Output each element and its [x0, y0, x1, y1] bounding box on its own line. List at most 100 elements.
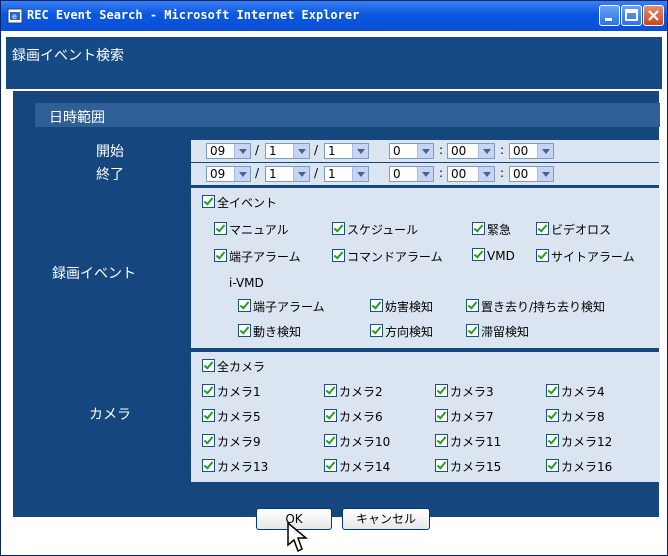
- camera-13-checkbox[interactable]: カメラ13: [202, 458, 268, 476]
- obstruction-checkbox[interactable]: 妨害検知: [370, 298, 433, 316]
- chevron-down-icon: [478, 144, 494, 158]
- checkbox-checked-icon: [202, 459, 215, 472]
- camera-6-checkbox[interactable]: カメラ6: [324, 408, 383, 426]
- vmd-checkbox[interactable]: VMD: [472, 248, 515, 266]
- chevron-down-icon: [352, 167, 368, 181]
- camera-7-checkbox[interactable]: カメラ7: [435, 408, 494, 426]
- checkbox-checked-icon: [435, 459, 448, 472]
- start-second-select[interactable]: 00: [509, 143, 554, 159]
- start-month-select[interactable]: 1: [265, 143, 310, 159]
- chevron-down-icon: [537, 167, 553, 181]
- checkbox-checked-icon: [435, 409, 448, 422]
- end-row: 09 / 1 / 1 0 : 00 : 00: [191, 163, 660, 185]
- camera-2-checkbox[interactable]: カメラ2: [324, 383, 383, 401]
- checkbox-checked-icon: [324, 459, 337, 472]
- checkbox-checked-icon: [324, 384, 337, 397]
- checkbox-checked-icon: [214, 249, 227, 262]
- start-year-select[interactable]: 09: [206, 143, 251, 159]
- minimize-button[interactable]: [599, 5, 620, 26]
- page-title: 録画イベント検索: [12, 48, 124, 64]
- end-year-select[interactable]: 09: [206, 166, 251, 182]
- chevron-down-icon: [293, 144, 309, 158]
- start-hour-select[interactable]: 0: [389, 143, 434, 159]
- end-month-select[interactable]: 1: [265, 166, 310, 182]
- camera-9-checkbox[interactable]: カメラ9: [202, 433, 261, 451]
- checkbox-checked-icon: [536, 249, 549, 262]
- checkbox-checked-icon: [202, 409, 215, 422]
- chevron-down-icon: [478, 167, 494, 181]
- command-alarm-checkbox[interactable]: コマンドアラーム: [332, 248, 443, 266]
- start-day-select[interactable]: 1: [324, 143, 369, 159]
- manual-checkbox[interactable]: マニュアル: [214, 221, 289, 239]
- browser-window: e REC Event Search - Microsoft Internet …: [0, 0, 668, 556]
- cancel-button[interactable]: キャンセル: [342, 508, 430, 530]
- camera-12-checkbox[interactable]: カメラ12: [546, 433, 612, 451]
- camera-box: 全カメラ カメラ1 カメラ2 カメラ3 カメラ4 カメラ5 カメラ6 カメラ7 …: [191, 352, 660, 482]
- left-removed-checkbox[interactable]: 置き去り/持ち去り検知: [466, 298, 605, 316]
- window-title: REC Event Search - Microsoft Internet Ex…: [27, 8, 360, 22]
- checkbox-checked-icon: [466, 324, 479, 337]
- camera-16-checkbox[interactable]: カメラ16: [546, 458, 612, 476]
- checkbox-checked-icon: [546, 434, 559, 447]
- end-day-select[interactable]: 1: [324, 166, 369, 182]
- camera-5-checkbox[interactable]: カメラ5: [202, 408, 261, 426]
- direction-checkbox[interactable]: 方向検知: [370, 323, 433, 341]
- all-cameras-checkbox[interactable]: 全カメラ: [202, 358, 265, 376]
- camera-4-checkbox[interactable]: カメラ4: [546, 383, 605, 401]
- ivmd-terminal-alarm-checkbox[interactable]: 端子アラーム: [238, 298, 325, 316]
- checkbox-checked-icon: [370, 299, 383, 312]
- svg-text:e: e: [12, 12, 17, 21]
- maximize-button[interactable]: [621, 5, 642, 26]
- loitering-checkbox[interactable]: 滞留検知: [466, 323, 529, 341]
- camera-11-checkbox[interactable]: カメラ11: [435, 433, 501, 451]
- page-header: 録画イベント検索: [6, 37, 662, 89]
- start-minute-select[interactable]: 00: [447, 143, 495, 159]
- checkbox-checked-icon: [546, 459, 559, 472]
- ivmd-label: i-VMD: [229, 276, 264, 290]
- end-minute-select[interactable]: 00: [447, 166, 495, 182]
- video-loss-checkbox[interactable]: ビデオロス: [536, 221, 611, 239]
- end-second-select[interactable]: 00: [509, 166, 554, 182]
- camera-15-checkbox[interactable]: カメラ15: [435, 458, 501, 476]
- checkbox-checked-icon: [435, 384, 448, 397]
- camera-8-checkbox[interactable]: カメラ8: [546, 408, 605, 426]
- checkbox-checked-icon: [238, 324, 251, 337]
- checkbox-checked-icon: [332, 249, 345, 262]
- checkbox-checked-icon: [214, 222, 227, 235]
- camera-3-checkbox[interactable]: カメラ3: [435, 383, 494, 401]
- camera-1-checkbox[interactable]: カメラ1: [202, 383, 261, 401]
- site-alarm-checkbox[interactable]: サイトアラーム: [536, 248, 635, 266]
- checkbox-checked-icon: [324, 409, 337, 422]
- checkbox-checked-icon: [202, 434, 215, 447]
- terminal-alarm-checkbox[interactable]: 端子アラーム: [214, 248, 301, 266]
- chevron-down-icon: [537, 144, 553, 158]
- ie-icon: e: [7, 8, 23, 24]
- checkbox-checked-icon: [472, 222, 485, 235]
- schedule-checkbox[interactable]: スケジュール: [332, 221, 418, 239]
- chevron-down-icon: [417, 144, 433, 158]
- end-hour-select[interactable]: 0: [389, 166, 434, 182]
- checkbox-checked-icon: [472, 248, 485, 261]
- chevron-down-icon: [234, 167, 250, 181]
- chevron-down-icon: [352, 144, 368, 158]
- close-button[interactable]: [643, 5, 664, 26]
- events-box: 全イベント マニュアル スケジュール 緊急 ビデオロス 端子アラーム コマンドア…: [191, 188, 660, 348]
- camera-label: カメラ: [89, 407, 131, 423]
- checkbox-checked-icon: [202, 384, 215, 397]
- chevron-down-icon: [417, 167, 433, 181]
- motion-checkbox[interactable]: 動き検知: [238, 323, 301, 341]
- chevron-down-icon: [234, 144, 250, 158]
- checkbox-checked-icon: [546, 384, 559, 397]
- camera-14-checkbox[interactable]: カメラ14: [324, 458, 390, 476]
- events-label: 録画イベント: [52, 266, 136, 282]
- checkbox-checked-icon: [435, 434, 448, 447]
- checkbox-checked-icon: [536, 222, 549, 235]
- all-events-checkbox[interactable]: 全イベント: [202, 194, 277, 212]
- checkbox-checked-icon: [370, 324, 383, 337]
- start-label: 開始: [96, 144, 124, 160]
- checkbox-checked-icon: [546, 409, 559, 422]
- emergency-checkbox[interactable]: 緊急: [472, 221, 511, 239]
- camera-10-checkbox[interactable]: カメラ10: [324, 433, 390, 451]
- section-title: 日時範囲: [49, 110, 105, 126]
- minimize-icon: [605, 18, 612, 21]
